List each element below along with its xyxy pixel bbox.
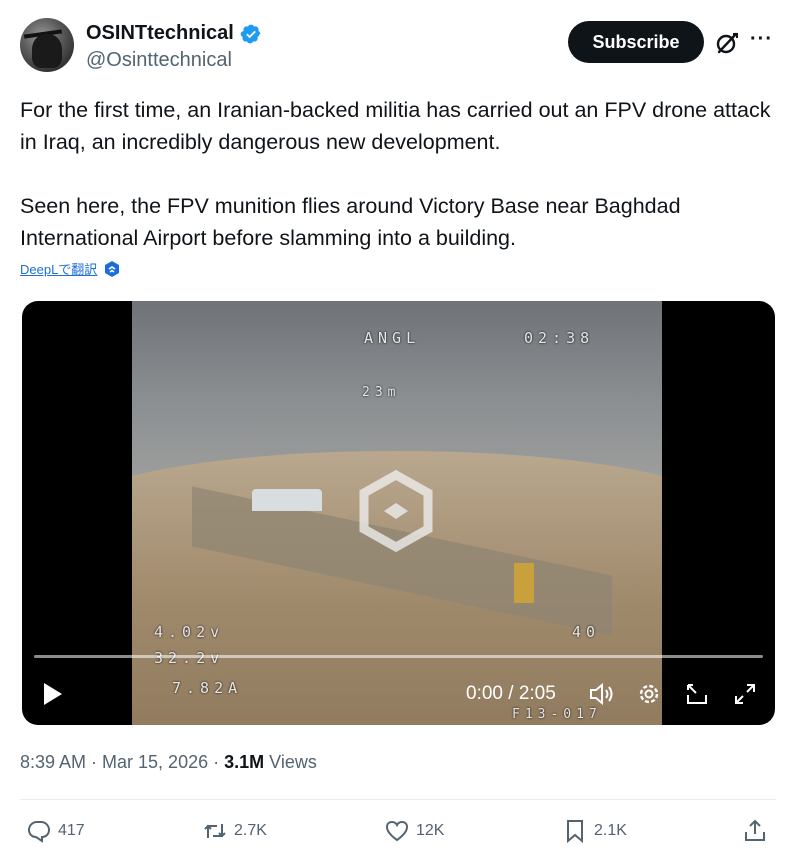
volume-icon[interactable] (588, 681, 614, 707)
video-player[interactable]: ANGL 02:38 23m 4.02v 32.2v 7.82A 40 F13-… (22, 301, 775, 725)
settings-icon[interactable] (636, 681, 662, 707)
bookmark-button[interactable]: 2.1K (562, 818, 627, 844)
deepl-icon (105, 260, 120, 277)
video-controls: 0:00 / 2:05 (22, 673, 775, 717)
watermark-logo-icon (359, 469, 433, 553)
reply-count: 417 (58, 822, 85, 839)
repost-button[interactable]: 2.7K (202, 818, 267, 844)
author-name[interactable]: OSINTtechnical (86, 22, 234, 45)
osd-mode: ANGL (364, 329, 421, 347)
like-count: 12K (416, 822, 445, 839)
tweet-timestamp[interactable]: 8:39 AM · Mar 15, 2026 · (20, 752, 224, 772)
tweet-paragraph-1: For the first time, an Iranian-backed mi… (20, 98, 771, 154)
share-icon (745, 819, 765, 841)
reply-icon (27, 821, 51, 843)
grok-icon[interactable] (714, 30, 740, 56)
views-label: Views (264, 752, 317, 772)
author-handle[interactable]: @Osinttechnical (86, 49, 232, 72)
video-progress-bar[interactable] (34, 655, 763, 658)
tweet-actions: 417 2.7K 12K 2.1K (20, 812, 780, 852)
heart-icon (385, 820, 409, 842)
tweet-meta: 8:39 AM · Mar 15, 2026 · 3.1M Views (20, 752, 317, 773)
osd-speed: 40 (572, 623, 601, 641)
pip-icon[interactable] (684, 681, 710, 707)
repost-icon (204, 824, 226, 838)
translate-row: DeepLで翻訳 (20, 259, 121, 278)
subscribe-button[interactable]: Subscribe (568, 21, 704, 63)
reply-button[interactable]: 417 (26, 818, 85, 844)
avatar[interactable] (20, 18, 74, 72)
more-options-button[interactable]: ··· (750, 28, 773, 51)
bookmark-count: 2.1K (594, 822, 627, 839)
verified-badge-icon (240, 24, 261, 43)
osd-altitude: 23m (362, 385, 401, 400)
osd-voltage-cell: 4.02v (154, 623, 225, 641)
divider (20, 799, 776, 800)
like-button[interactable]: 12K (384, 818, 444, 844)
translate-link[interactable]: DeepLで翻訳 (20, 259, 97, 278)
share-button[interactable] (742, 818, 768, 844)
video-frame: ANGL 02:38 23m 4.02v 32.2v 7.82A 40 F13-… (132, 301, 662, 725)
play-icon[interactable] (40, 681, 64, 707)
fullscreen-icon[interactable] (732, 681, 758, 707)
bookmark-icon (567, 820, 583, 844)
tweet-paragraph-2: Seen here, the FPV munition flies around… (20, 194, 681, 250)
author-name-row: OSINTtechnical (86, 22, 262, 45)
osd-voltage-total: 32.2v (154, 649, 225, 667)
tweet-header: OSINTtechnical @Osinttechnical Subscribe… (20, 18, 780, 78)
video-time: 0:00 / 2:05 (466, 683, 556, 704)
tweet-text: For the first time, an Iranian-backed mi… (20, 94, 780, 254)
osd-timer: 02:38 (524, 329, 595, 347)
repost-count: 2.7K (234, 822, 267, 839)
views-count: 3.1M (224, 752, 265, 772)
